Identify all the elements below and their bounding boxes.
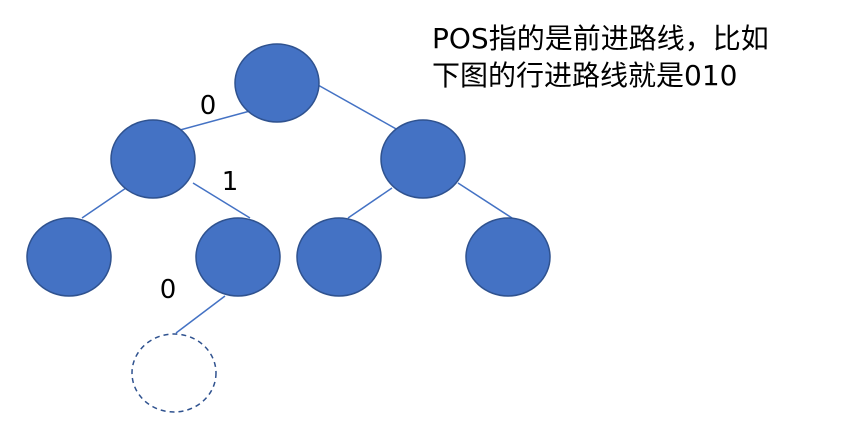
edge-root-to-right [317, 84, 399, 131]
tree-node-target [131, 333, 217, 413]
tree-node-right-right [465, 217, 551, 297]
edge-right-to-right-left [347, 187, 393, 219]
edge-label-left-right-to-target: 0 [160, 275, 177, 305]
edge-left-right-to-target [175, 295, 226, 334]
note-line-1: POS指的是前进路线，比如 [432, 22, 769, 55]
note-line-2: 下图的行进路线就是010 [432, 59, 738, 92]
tree-node-left [110, 119, 196, 199]
edge-label-left-to-left-right: 1 [222, 167, 239, 197]
tree-node-right-left [296, 217, 382, 297]
tree-node-right [380, 119, 466, 199]
tree-node-left-right [195, 217, 281, 297]
edge-left-to-left-left [81, 187, 127, 219]
path-explanation-note: POS指的是前进路线，比如 下图的行进路线就是010 [432, 20, 832, 94]
edge-right-to-right-right [457, 182, 513, 219]
tree-node-left-left [26, 217, 112, 297]
edge-label-root-to-left: 0 [200, 91, 217, 121]
tree-node-root [234, 43, 320, 123]
